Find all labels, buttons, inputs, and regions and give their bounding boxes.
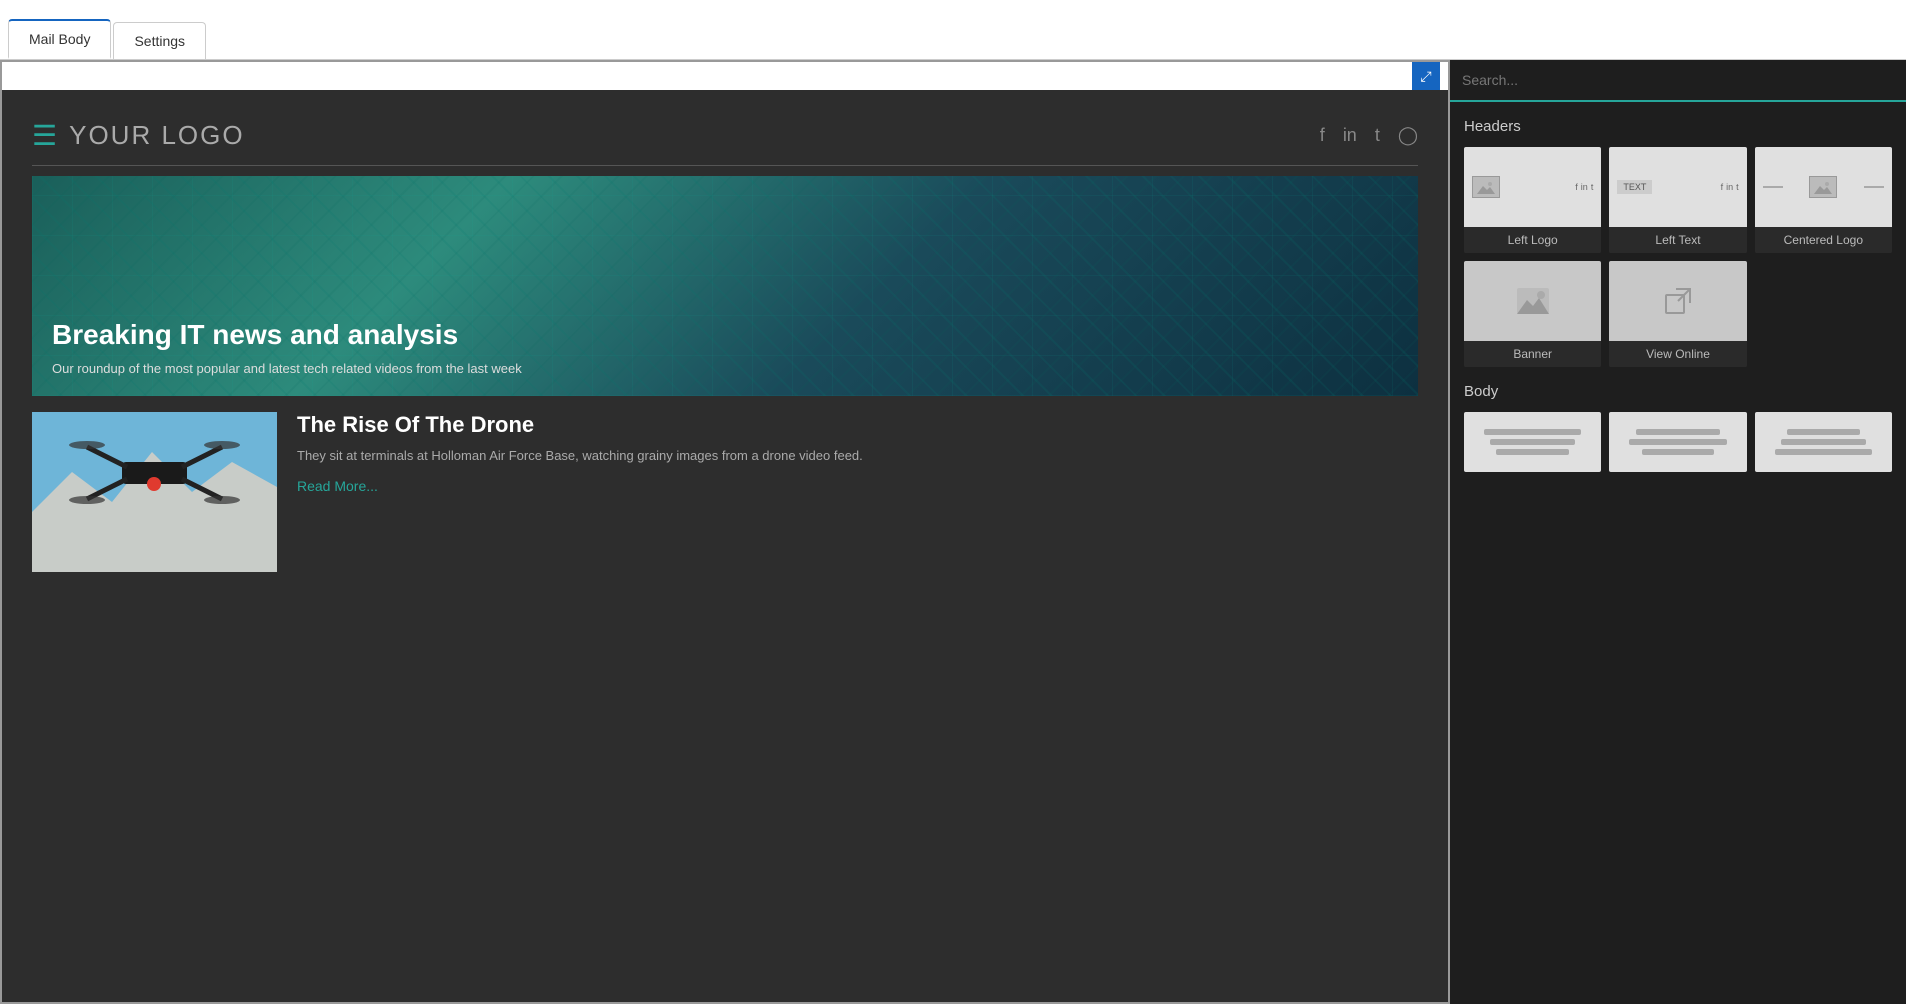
- body-line-5: [1629, 439, 1726, 445]
- template-left-logo[interactable]: fint Left Logo: [1464, 147, 1601, 253]
- banner-subtitle: Our roundup of the most popular and late…: [52, 361, 1398, 376]
- body-template-2[interactable]: [1609, 412, 1746, 472]
- read-more-link[interactable]: Read More...: [297, 478, 378, 494]
- body-template-3[interactable]: [1755, 412, 1892, 472]
- logo-icon: ☰: [32, 122, 57, 150]
- search-input[interactable]: [1462, 68, 1894, 92]
- social-icons: f in t ◯: [1320, 125, 1418, 146]
- headers-section: Headers fint Left Logo: [1450, 102, 1906, 375]
- headers-label: Headers: [1464, 118, 1892, 135]
- left-logo-thumb: fint: [1464, 147, 1601, 227]
- thumb-text-box: TEXT: [1617, 180, 1652, 194]
- template-centered-logo[interactable]: Centered Logo: [1755, 147, 1892, 253]
- tab-bar: Mail Body Settings: [0, 0, 1906, 60]
- logo-text: YOUR LOGO: [69, 120, 244, 151]
- template-view-online[interactable]: View Online: [1609, 261, 1746, 367]
- body-thumb-1: [1464, 412, 1601, 472]
- email-divider: [32, 165, 1418, 166]
- instagram-icon: ◯: [1398, 125, 1418, 146]
- body-line-4: [1636, 429, 1721, 435]
- thumb-social-icons-2: fint: [1721, 182, 1739, 192]
- body-line-3: [1496, 449, 1569, 455]
- tab-mail-body[interactable]: Mail Body: [8, 19, 111, 59]
- view-online-thumb: [1609, 261, 1746, 341]
- view-online-label: View Online: [1609, 341, 1746, 367]
- body-line-7: [1787, 429, 1860, 435]
- main-container: ⤢ ☰ YOUR LOGO f in t ◯: [0, 60, 1906, 1004]
- facebook-icon: f: [1320, 125, 1325, 146]
- email-body: ☰ YOUR LOGO f in t ◯ Breaking IT new: [2, 90, 1448, 592]
- banner-thumb: [1464, 261, 1601, 341]
- template-grid: fint Left Logo TEXT fint: [1464, 147, 1892, 367]
- line-right: [1864, 186, 1884, 188]
- body-section: Body: [1450, 375, 1906, 480]
- body-thumb-2: [1609, 412, 1746, 472]
- article-title: The Rise Of The Drone: [297, 412, 1418, 438]
- body-thumb-3: [1755, 412, 1892, 472]
- article-text: The Rise Of The Drone They sit at termin…: [297, 412, 1418, 496]
- body-line-8: [1781, 439, 1866, 445]
- body-line-1: [1484, 429, 1581, 435]
- twitter-icon: t: [1375, 125, 1380, 146]
- right-panel: Headers fint Left Logo: [1450, 60, 1906, 1004]
- body-line-2: [1490, 439, 1575, 445]
- centered-logo-label: Centered Logo: [1755, 227, 1892, 253]
- template-banner[interactable]: Banner: [1464, 261, 1601, 367]
- body-thumbs: [1464, 412, 1892, 472]
- banner-title: Breaking IT news and analysis: [52, 319, 1398, 351]
- expand-button[interactable]: ⤢: [1412, 62, 1440, 90]
- thumb-social-icons: fint: [1575, 182, 1593, 192]
- logo-area: ☰ YOUR LOGO: [32, 120, 245, 151]
- body-line-9: [1775, 449, 1872, 455]
- banner-content: Breaking IT news and analysis Our roundu…: [32, 299, 1418, 396]
- body-label: Body: [1464, 383, 1892, 400]
- thumb-center-image: [1809, 176, 1837, 198]
- tab-settings[interactable]: Settings: [113, 22, 206, 59]
- body-template-1[interactable]: [1464, 412, 1601, 472]
- article-row: The Rise Of The Drone They sit at termin…: [32, 412, 1418, 572]
- email-preview: ⤢ ☰ YOUR LOGO f in t ◯: [0, 60, 1450, 1004]
- left-text-label: Left Text: [1609, 227, 1746, 253]
- banner: Breaking IT news and analysis Our roundu…: [32, 176, 1418, 396]
- linkedin-icon: in: [1343, 125, 1357, 146]
- line-left: [1763, 186, 1783, 188]
- search-bar: [1450, 60, 1906, 102]
- body-line-6: [1642, 449, 1715, 455]
- thumb-image-icon: [1472, 176, 1500, 198]
- left-text-thumb: TEXT fint: [1609, 147, 1746, 227]
- centered-logo-thumb: [1755, 147, 1892, 227]
- article-image: [32, 412, 277, 572]
- banner-label: Banner: [1464, 341, 1601, 367]
- article-description: They sit at terminals at Holloman Air Fo…: [297, 446, 1418, 466]
- template-left-text[interactable]: TEXT fint Left Text: [1609, 147, 1746, 253]
- left-logo-label: Left Logo: [1464, 227, 1601, 253]
- preview-header: ⤢: [2, 62, 1448, 90]
- email-logo-row: ☰ YOUR LOGO f in t ◯: [32, 110, 1418, 161]
